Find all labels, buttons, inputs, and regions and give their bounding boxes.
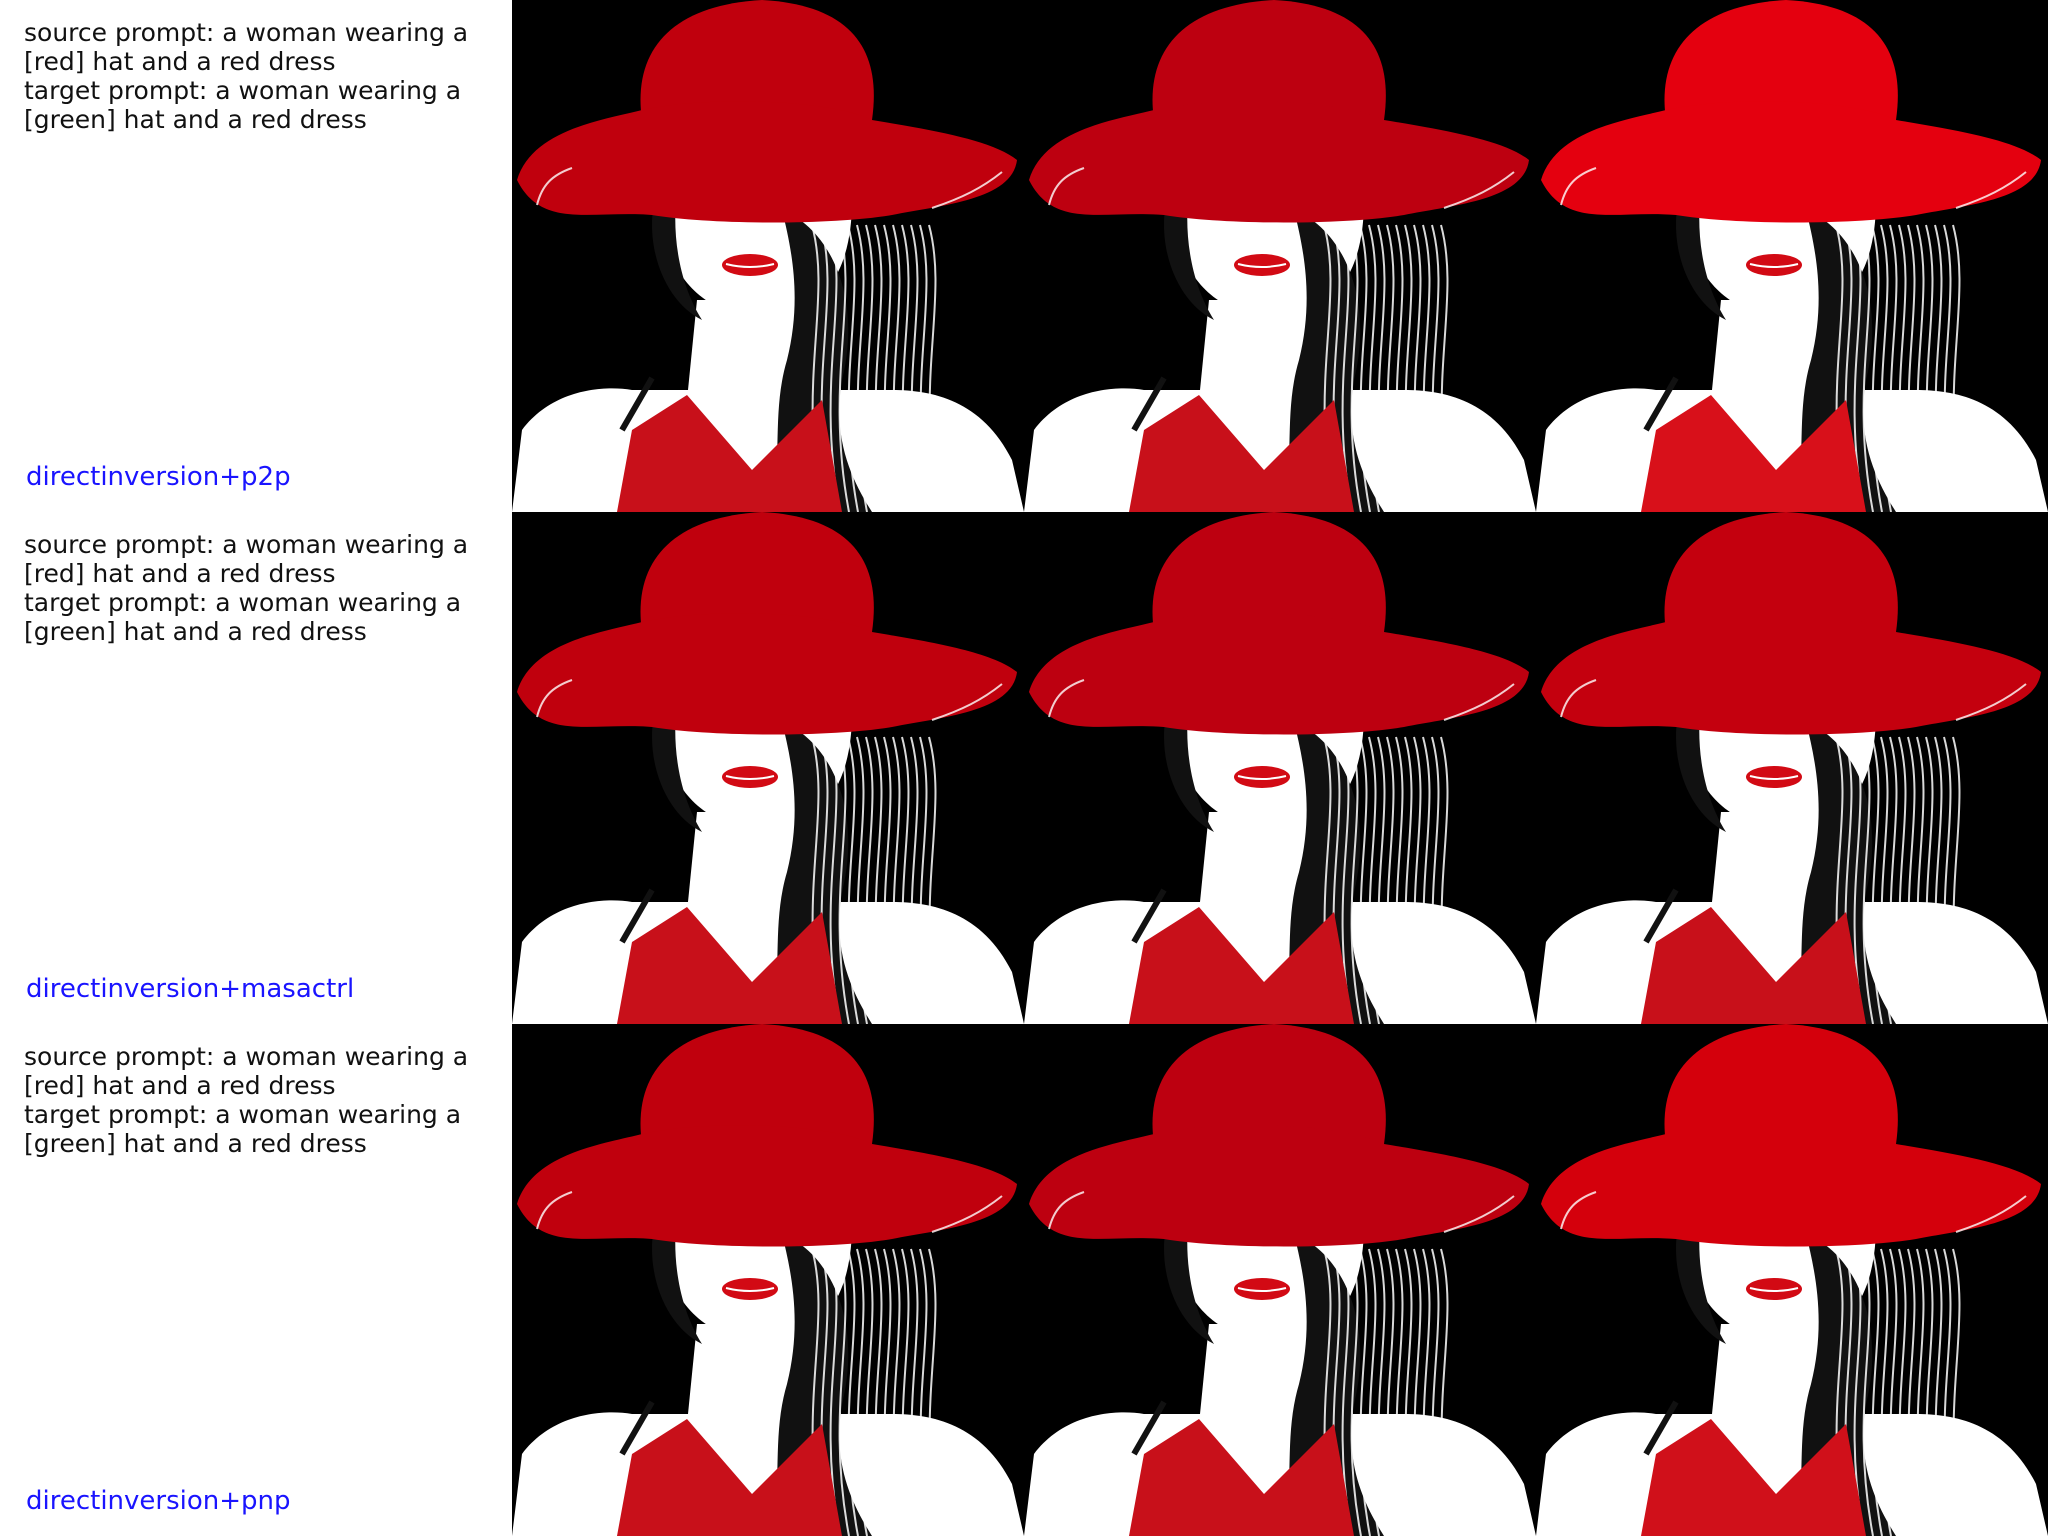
result-row: source prompt: a woman wearing a [red] h… — [0, 512, 2048, 1024]
method-label: directinversion+pnp — [26, 1486, 291, 1516]
woman-red-hat-illustration — [1024, 512, 1536, 1024]
woman-red-hat-illustration — [1024, 0, 1536, 512]
result-image — [1536, 512, 2048, 1024]
target-prompt: target prompt: a woman wearing a [green]… — [24, 1100, 470, 1158]
result-image — [1536, 1024, 2048, 1536]
prompt-panel: source prompt: a woman wearing a [red] h… — [0, 0, 512, 512]
result-image — [1024, 1024, 1536, 1536]
method-label: directinversion+masactrl — [26, 974, 355, 1004]
woman-red-hat-illustration — [512, 1024, 1024, 1536]
prompt-text: source prompt: a woman wearing a [red] h… — [24, 18, 484, 134]
source-prompt: source prompt: a woman wearing a [red] h… — [24, 1042, 477, 1100]
source-prompt: source prompt: a woman wearing a [red] h… — [24, 530, 477, 588]
prompt-panel: source prompt: a woman wearing a [red] h… — [0, 512, 512, 1024]
target-prompt: target prompt: a woman wearing a [green]… — [24, 76, 470, 134]
woman-red-hat-illustration — [1536, 1024, 2048, 1536]
source-prompt: source prompt: a woman wearing a [red] h… — [24, 18, 477, 76]
prompt-text: source prompt: a woman wearing a [red] h… — [24, 530, 484, 646]
result-image — [512, 0, 1024, 512]
method-label: directinversion+p2p — [26, 462, 291, 492]
result-image — [512, 512, 1024, 1024]
woman-red-hat-illustration — [1024, 1024, 1536, 1536]
result-image — [512, 1024, 1024, 1536]
woman-red-hat-illustration — [512, 0, 1024, 512]
target-prompt: target prompt: a woman wearing a [green]… — [24, 588, 470, 646]
prompt-text: source prompt: a woman wearing a [red] h… — [24, 1042, 484, 1158]
prompt-panel: source prompt: a woman wearing a [red] h… — [0, 1024, 512, 1536]
result-image — [1536, 0, 2048, 512]
result-image — [1024, 0, 1536, 512]
result-row: source prompt: a woman wearing a [red] h… — [0, 0, 2048, 512]
woman-red-hat-illustration — [1536, 0, 2048, 512]
woman-red-hat-illustration — [512, 512, 1024, 1024]
result-image — [1024, 512, 1536, 1024]
result-row: source prompt: a woman wearing a [red] h… — [0, 1024, 2048, 1536]
woman-red-hat-illustration — [1536, 512, 2048, 1024]
